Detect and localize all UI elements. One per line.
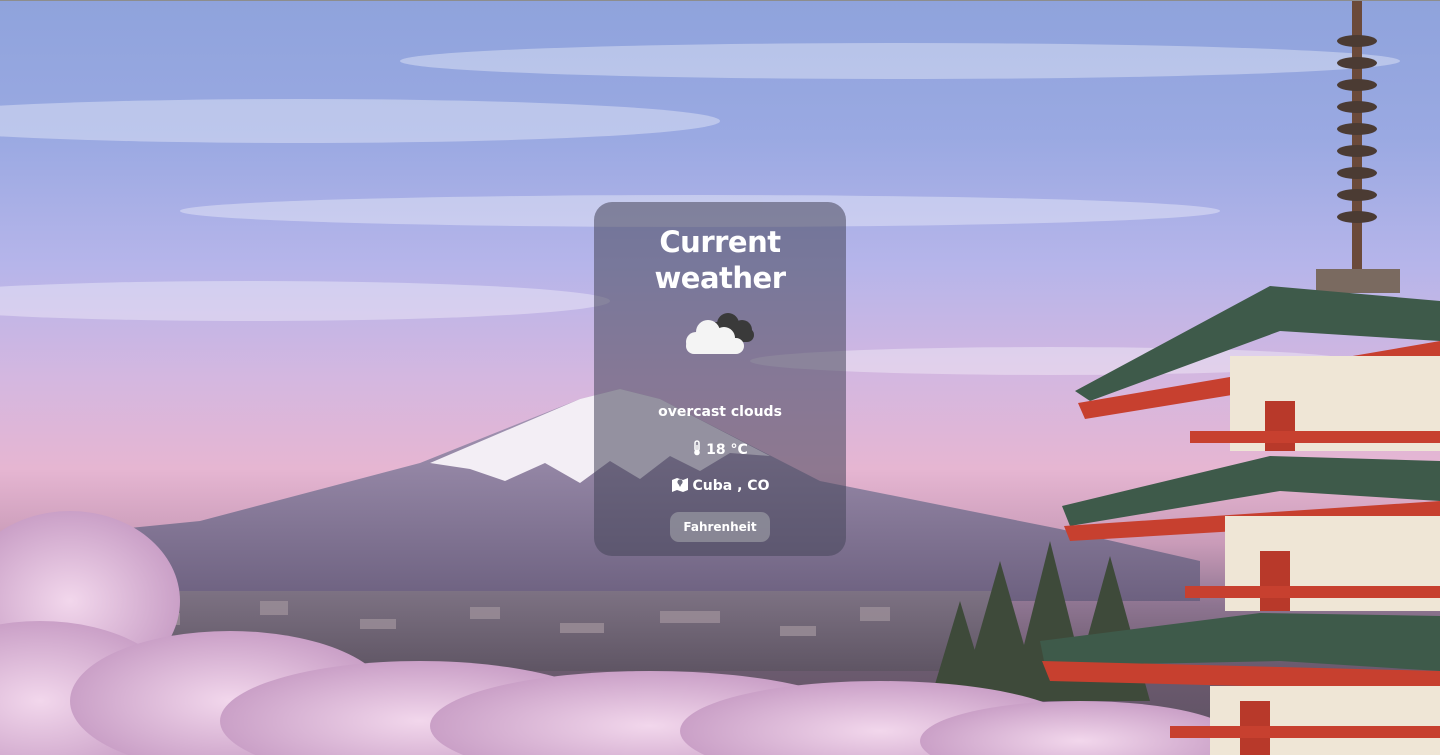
- location-value: Cuba , CO: [692, 478, 770, 494]
- weather-description: overcast clouds: [658, 404, 782, 420]
- weather-card: Current weather overcast clouds 18 °C Cu…: [594, 202, 846, 556]
- thermometer-icon: [692, 440, 702, 460]
- fahrenheit-toggle-button[interactable]: Fahrenheit: [670, 512, 770, 542]
- location-row: Cuba , CO: [594, 476, 846, 496]
- temperature-value: 18 °C: [706, 442, 748, 458]
- card-title: Current weather: [654, 225, 786, 295]
- map-icon: [671, 476, 689, 496]
- cloud-icon: [684, 310, 756, 361]
- temperature-row: 18 °C: [594, 440, 846, 460]
